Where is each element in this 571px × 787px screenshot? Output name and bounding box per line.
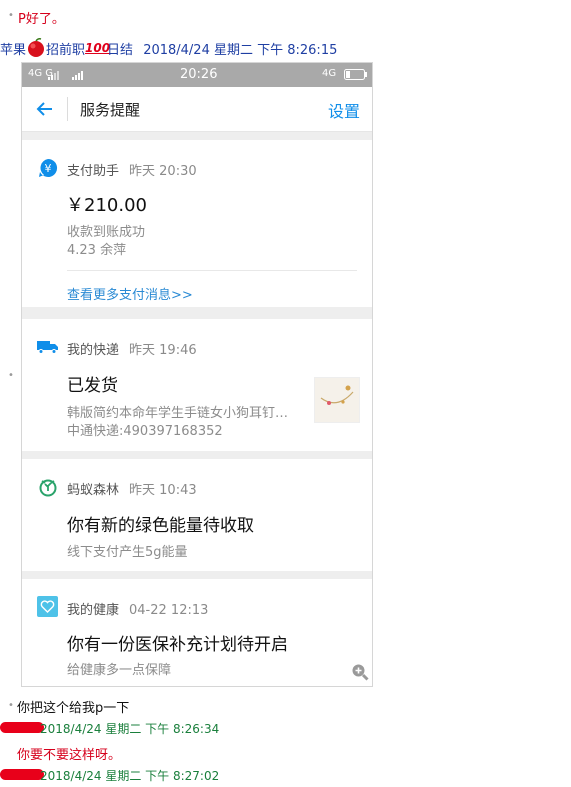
network-type: 4G — [322, 68, 337, 79]
bullet: • — [8, 700, 14, 711]
ant-forest-icon — [38, 477, 58, 501]
status-time: 20:26 — [180, 67, 218, 82]
chat-sender-line-1: 苹果 招前职100日结 2018/4/24 星期二 下午 8:26:15 — [0, 38, 337, 61]
zoom-in-icon[interactable] — [351, 663, 369, 685]
page-title: 服务提醒 — [80, 101, 141, 119]
tracking-number: 中通快递:490397168352 — [67, 424, 223, 439]
chat-time-1: 2018/4/24 星期二 下午 8:26:15 — [143, 43, 338, 58]
card-header: 我的快递 昨天 19:46 — [67, 339, 197, 358]
health-card[interactable]: 我的健康 04-22 12:13 你有一份医保补充计划待开启 给健康多一点保障 — [22, 579, 372, 686]
payment-status: 收款到账成功 — [67, 225, 146, 240]
hundred-emoji-icon: 100 — [85, 41, 111, 55]
shipment-title: 已发货 — [67, 376, 118, 396]
payment-card[interactable]: ¥ 支付助手 昨天 20:30 ￥210.00 收款到账成功 4.23 余萍 查看… — [22, 140, 372, 307]
card-source: 我的健康 — [67, 603, 120, 618]
heart-health-icon — [37, 596, 58, 621]
insurance-title: 你有一份医保补充计划待开启 — [67, 635, 288, 655]
energy-title: 你有新的绿色能量待收取 — [67, 516, 254, 536]
redacted-sender-name — [0, 769, 44, 780]
chat-time-2: 2018/4/24 星期二 下午 8:26:34 — [40, 722, 220, 736]
chat-message-2: 你把这个给我p一下 — [17, 701, 130, 716]
status-bar: 4G G 20:26 4G — [22, 63, 372, 87]
battery-icon — [344, 69, 368, 83]
card-header: 支付助手 昨天 20:30 — [67, 160, 197, 179]
card-header: 我的健康 04-22 12:13 — [67, 599, 208, 618]
sender-name-suffix-2: 日结 — [107, 43, 134, 58]
settings-button[interactable]: 设置 — [328, 98, 360, 122]
energy-detail: 线下支付产生5g能量 — [67, 545, 188, 560]
bullet: • — [8, 10, 14, 21]
sender-name-suffix: 招前职 — [46, 43, 86, 58]
sender-name-prefix: 苹果 — [0, 43, 27, 58]
payment-detail: 4.23 余萍 — [67, 243, 127, 258]
payment-amount: ￥210.00 — [66, 195, 147, 216]
card-header: 蚂蚁森林 昨天 10:43 — [67, 479, 197, 498]
product-name: 韩版简约本命年学生手链女小狗耳钉… — [67, 406, 289, 421]
svg-text:¥: ¥ — [45, 162, 52, 175]
express-card[interactable]: 我的快递 昨天 19:46 已发货 韩版简约本命年学生手链女小狗耳钉… 中通快递:… — [22, 319, 372, 451]
card-time: 昨天 19:46 — [129, 343, 197, 358]
card-time: 昨天 20:30 — [129, 164, 197, 179]
chat-message-1: P好了。 — [18, 12, 65, 27]
card-time: 昨天 10:43 — [129, 483, 197, 498]
bullet: • — [8, 370, 14, 381]
back-arrow-icon[interactable] — [36, 100, 54, 122]
card-source: 支付助手 — [67, 164, 120, 179]
ant-forest-card[interactable]: 蚂蚁森林 昨天 10:43 你有新的绿色能量待收取 线下支付产生5g能量 — [22, 459, 372, 571]
delivery-truck-icon — [37, 339, 59, 358]
apple-emoji-icon — [26, 38, 46, 58]
product-thumbnail — [314, 377, 360, 423]
yuan-payment-icon: ¥ — [38, 158, 58, 182]
card-divider — [67, 270, 357, 271]
nav-divider — [67, 97, 68, 121]
signal-bars-icon-2 — [72, 69, 84, 83]
card-time: 04-22 12:13 — [129, 603, 209, 618]
nav-bar: 服务提醒 设置 — [22, 87, 372, 132]
phone-screenshot: 4G G 20:26 4G 服务提醒 设置 ¥ 支付助手 昨天 20:30 ￥21… — [21, 62, 373, 687]
insurance-detail: 给健康多一点保障 — [67, 663, 172, 678]
chat-message-3: 你要不要这样呀。 — [17, 748, 122, 763]
signal-bars-icon — [48, 69, 60, 83]
card-source: 蚂蚁森林 — [67, 483, 120, 498]
redacted-sender-name — [0, 722, 44, 733]
more-payment-link[interactable]: 查看更多支付消息>> — [67, 284, 193, 303]
card-source: 我的快递 — [67, 343, 120, 358]
chat-time-3: 2018/4/24 星期二 下午 8:27:02 — [40, 769, 220, 783]
